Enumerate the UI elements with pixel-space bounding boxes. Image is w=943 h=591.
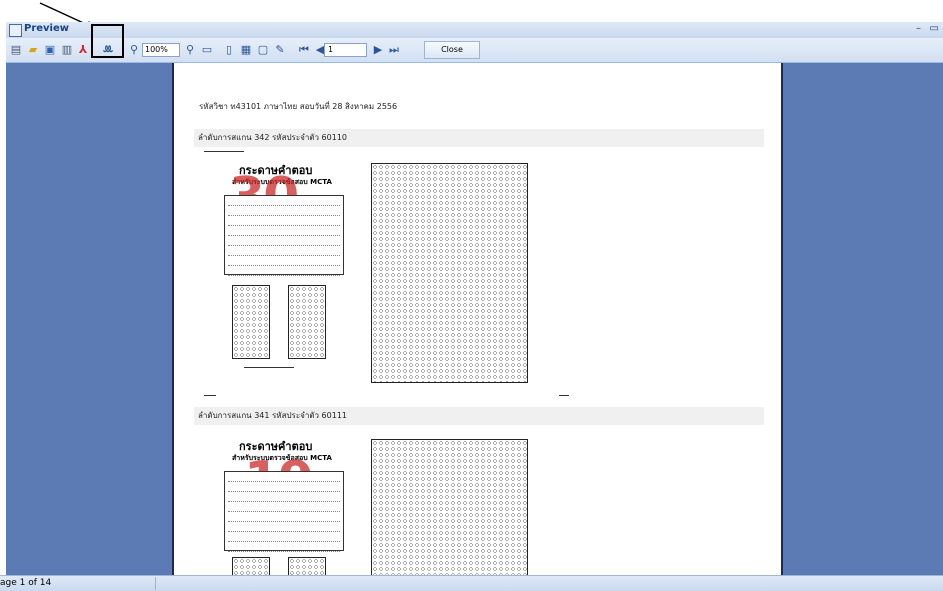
quick-print-icon[interactable]: ▥ [59,42,75,57]
id-grid-right [288,285,326,359]
find-highlight-box [91,24,124,58]
student-info-box [224,195,344,276]
preview-window-icon [9,24,22,37]
zoom-icon[interactable]: ⚲ [126,42,142,57]
title-bar: Preview – ▭ [6,22,943,39]
save-icon[interactable]: ▣ [42,42,58,57]
minimize-button[interactable]: – [916,23,921,34]
window-title: Preview [24,23,70,34]
page-count-text: age 1 of 14 [0,578,52,588]
answer-grid [371,163,528,383]
two-page-icon[interactable]: ▯ [221,42,237,57]
page-setup-icon[interactable]: ▢ [255,42,271,57]
open-icon[interactable]: ▰ [25,42,41,57]
answer-sheet: กระดาษคำตอบ สำหรับระบบตรวจข้อสอบ MCTA 19 [194,431,539,577]
status-separator [155,577,156,590]
first-page-icon[interactable]: ⏮ [296,42,312,57]
id-grid-left [232,557,270,577]
last-page-icon[interactable]: ⏭ [386,42,402,57]
multi-page-icon[interactable]: ▦ [238,42,254,57]
pdf-icon[interactable]: ⅄ [75,42,91,57]
id-grid-right [288,557,326,577]
divider [204,151,244,152]
divider [559,395,569,396]
divider [204,395,216,396]
maximize-button[interactable]: ▭ [930,23,939,34]
answer-grid [371,439,528,577]
zoom-out-icon[interactable]: ⚲ [182,42,198,57]
status-bar: age 1 of 14 [0,575,943,591]
next-page-icon[interactable]: ▶ [370,42,386,57]
answer-sheet: กระดาษคำตอบ สำหรับระบบตรวจข้อสอบ MCTA 30 [194,155,539,385]
signature-line [244,367,294,368]
student-info-box [224,471,344,552]
zoom-select[interactable]: 100% [142,43,180,57]
page-number-input[interactable]: 1 [324,43,367,57]
close-button[interactable]: Close [424,41,480,59]
one-page-icon[interactable]: ▭ [199,42,215,57]
document-header: รหัสวิชา ท43101 ภาษาไทย สอบวันที่ 28 สิง… [199,102,398,111]
document-page: รหัสวิชา ท43101 ภาษาไทย สอบวันที่ 28 สิง… [172,63,783,577]
print-icon[interactable]: ▤ [8,42,24,57]
section-title: ลำดับการสแกน 341 รหัสประจำตัว 60111 [194,407,764,425]
id-grid-left [232,285,270,359]
toolbar: ▤ ▰ ▣ ▥ ⅄ ꔛ ⚲ 100% ⚲ ▭ ▯ ▦ ▢ ✎ ⏮ ◀ 1 ▶ ⏭… [6,38,943,63]
edit-icon[interactable]: ✎ [272,42,288,57]
section-title: ลำดับการสแกน 342 รหัสประจำตัว 60110 [194,129,764,147]
